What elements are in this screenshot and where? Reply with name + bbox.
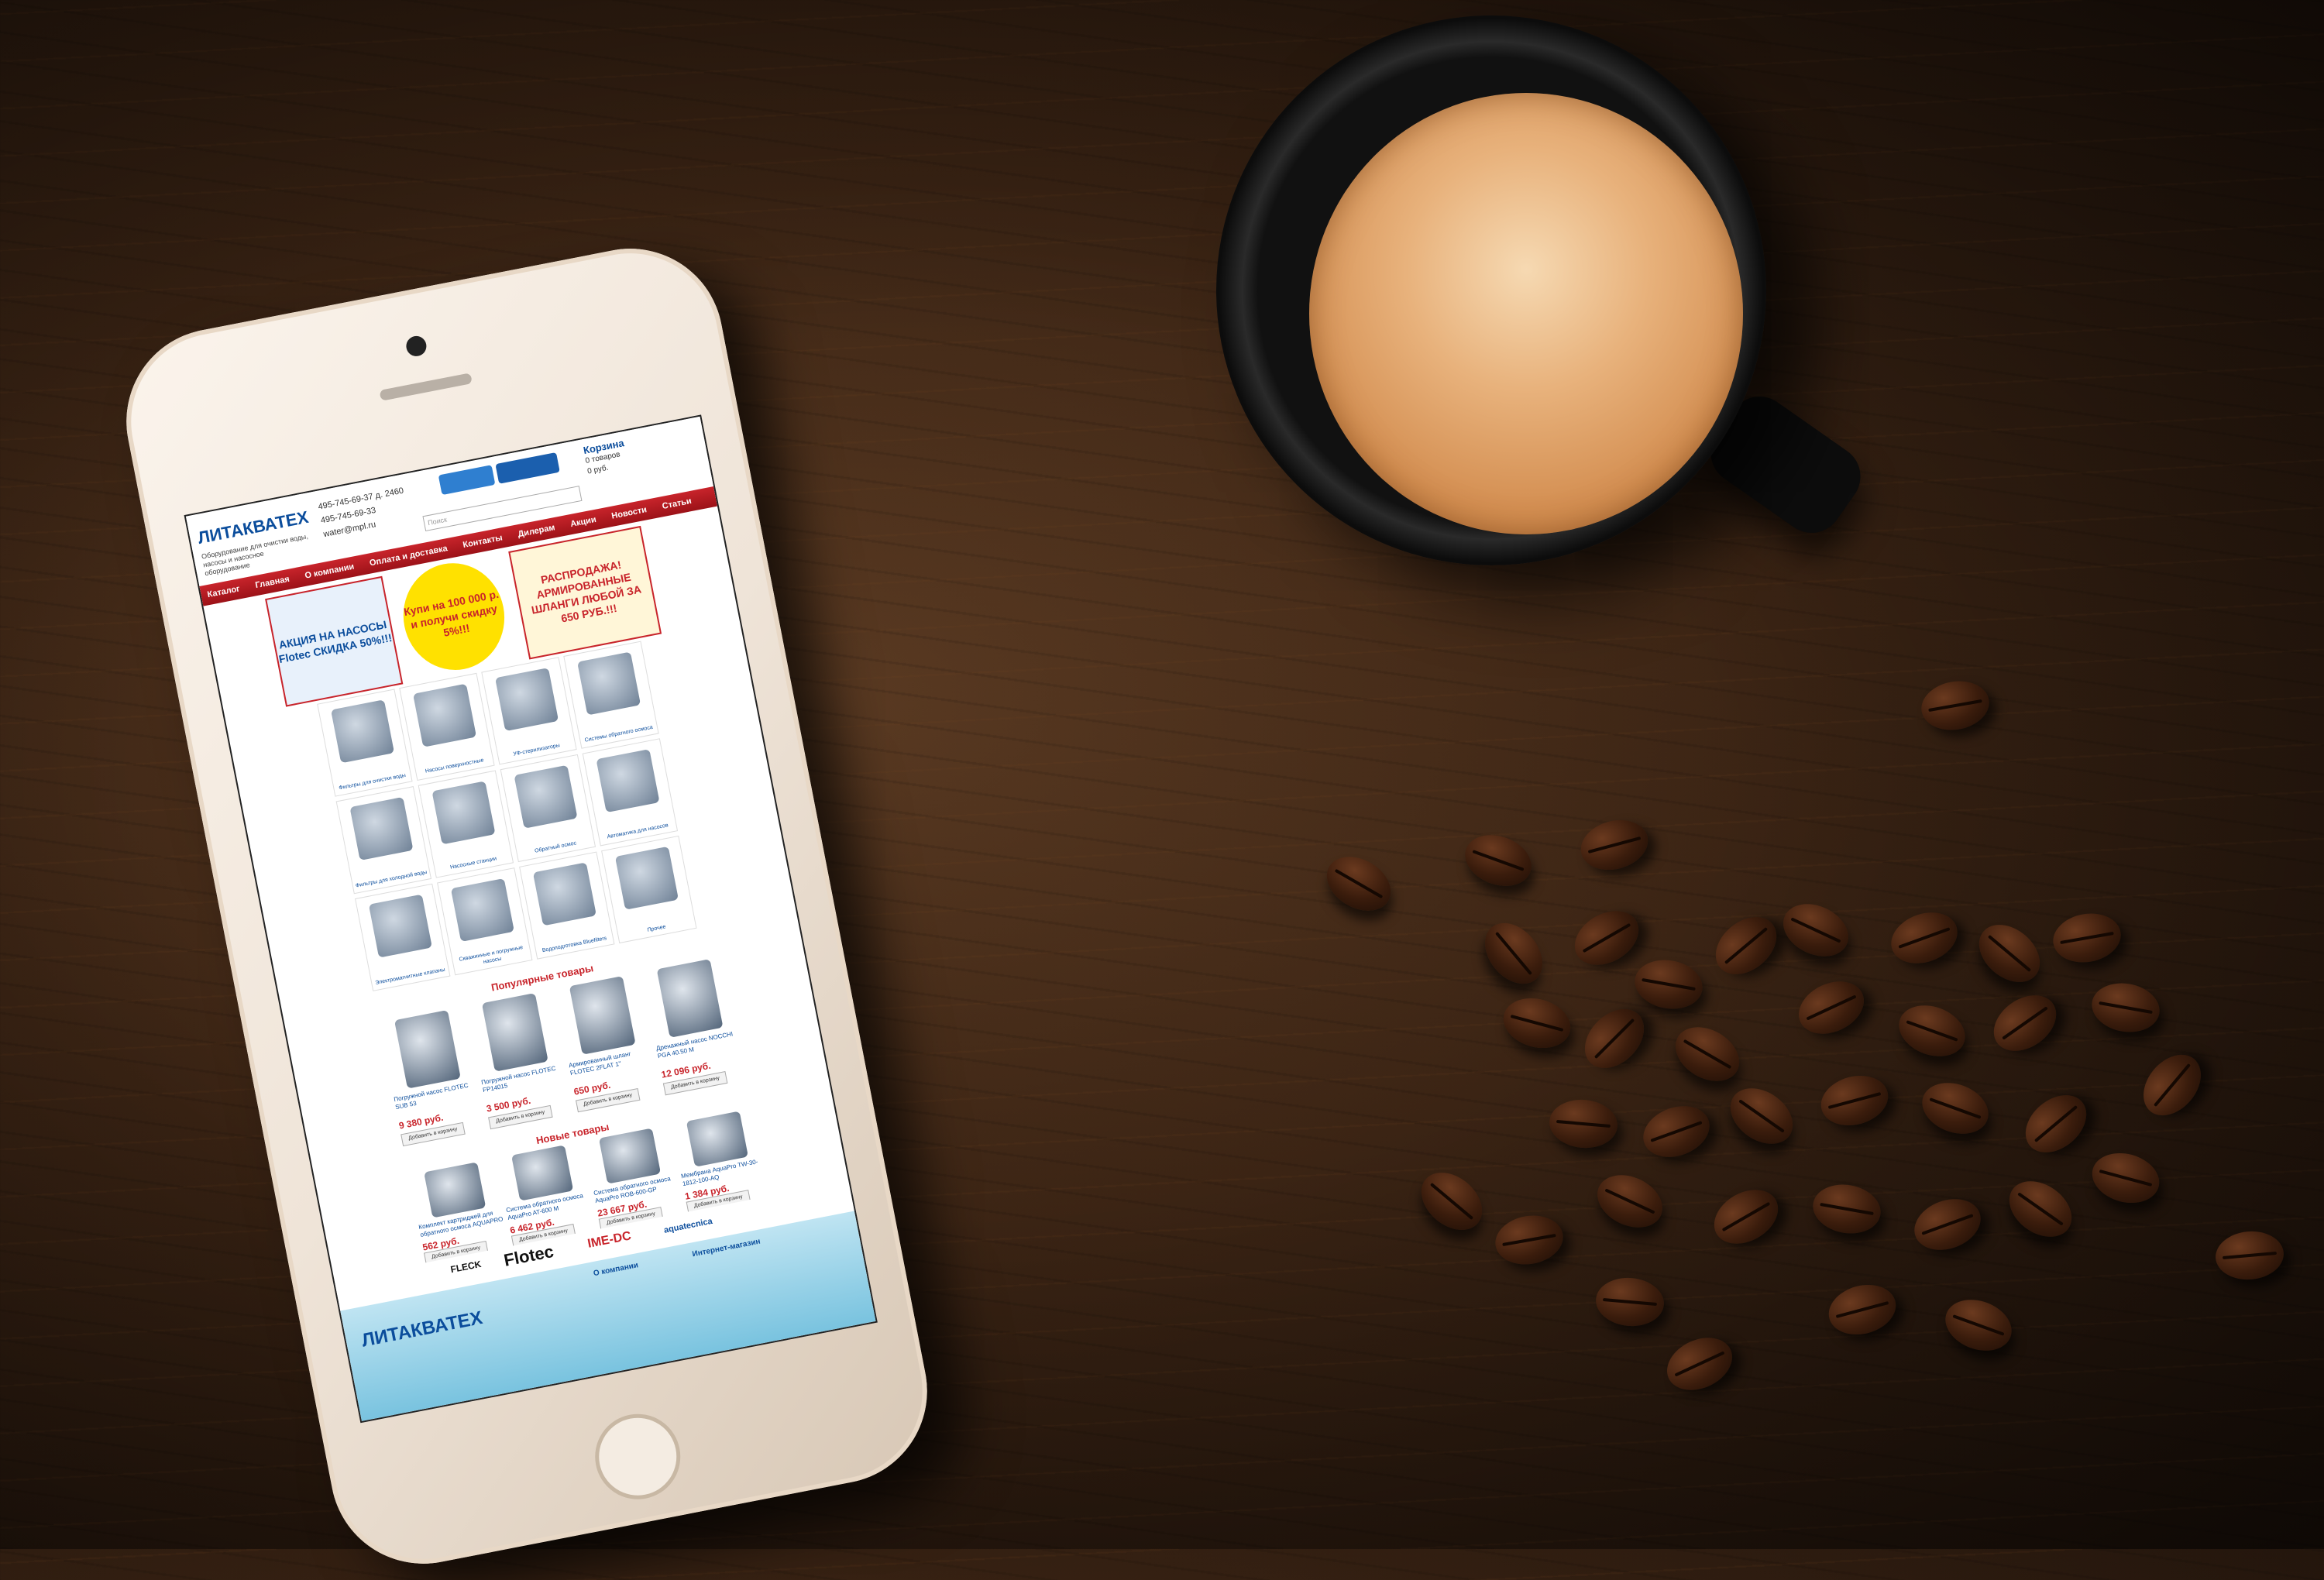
promo-banner-hoses[interactable]: РАСПРОДАЖА! АРМИРОВАННЫЕ ШЛАНГИ ЛЮБОЙ ЗА… xyxy=(508,525,662,660)
category-card[interactable]: Насосы поверхностные xyxy=(399,672,495,781)
brand-logo-flotec[interactable]: Flotec xyxy=(502,1242,555,1271)
promo-banner-discount[interactable]: Купи на 100 000 р. и получи скидку 5%!!! xyxy=(394,554,514,679)
category-image xyxy=(532,862,596,926)
category-image xyxy=(495,668,559,732)
promo-banner-pumps[interactable]: АКЦИЯ НА НАСОСЫ Flotec СКИДКА 50%!!! xyxy=(265,575,404,707)
category-card[interactable]: Автоматика для насосов xyxy=(582,738,679,847)
category-card[interactable]: Водоподготовка Bluefilters xyxy=(519,851,615,960)
callback-button[interactable] xyxy=(438,465,496,496)
category-card[interactable]: Фильтры для холодной воды xyxy=(335,786,432,895)
category-card[interactable]: Насосные станции xyxy=(418,770,514,878)
category-card[interactable]: Обратный осмос xyxy=(500,754,596,863)
product-image[interactable] xyxy=(656,959,724,1038)
category-image xyxy=(413,683,477,747)
product-image[interactable] xyxy=(569,976,636,1055)
footer-logo[interactable]: ЛИТАКВАТЕХ xyxy=(360,1307,485,1352)
consultation-button[interactable] xyxy=(495,452,560,484)
product-image[interactable] xyxy=(394,1009,461,1089)
footer-about-link[interactable]: О компании xyxy=(593,1261,639,1278)
brand-logo-fleck[interactable]: FLECK xyxy=(449,1259,482,1275)
category-card[interactable]: Фильтры для очистки воды xyxy=(317,689,413,797)
category-card[interactable]: Прочее xyxy=(601,835,697,944)
category-label[interactable]: Скважинные и погружные насосы xyxy=(454,943,530,971)
product-image[interactable] xyxy=(481,993,548,1072)
category-card[interactable]: УФ-стерилизаторы xyxy=(481,657,577,765)
category-image xyxy=(614,846,679,910)
product-image[interactable] xyxy=(686,1111,748,1167)
category-image xyxy=(450,878,514,943)
product-card[interactable]: Мембрана AquaPro TW-30-1812-100-AQ 1 384 … xyxy=(671,1108,772,1214)
category-card[interactable]: Скважинные и погружные насосы xyxy=(437,867,533,976)
product-card[interactable]: Система обратного осмоса AquaPro AT-600 … xyxy=(496,1142,596,1249)
brand-logo-ime-dc[interactable]: IME-DC xyxy=(586,1229,632,1252)
brand-logo-aquatecnica[interactable]: aquatecnica xyxy=(663,1217,713,1235)
product-card[interactable]: Комплект картриджей для обратного осмоса… xyxy=(409,1159,510,1266)
category-image xyxy=(596,749,660,813)
category-label[interactable]: Электромагнитные клапаны xyxy=(373,966,448,987)
category-card[interactable]: Электромагнитные клапаны xyxy=(355,883,451,991)
product-image[interactable] xyxy=(511,1145,574,1201)
category-image xyxy=(577,651,641,716)
category-image xyxy=(331,699,395,764)
category-label[interactable]: Прочее xyxy=(620,918,694,939)
category-image xyxy=(349,796,414,860)
product-image[interactable] xyxy=(598,1128,662,1184)
category-card[interactable]: Системы обратного осмоса xyxy=(563,641,659,749)
category-image xyxy=(431,781,496,845)
contacts-block: 495-745-69-37 д. 2460 495-745-69-33 wate… xyxy=(317,478,439,541)
product-image[interactable] xyxy=(424,1162,486,1218)
category-label[interactable]: Водоподготовка Bluefilters xyxy=(538,934,612,955)
category-image xyxy=(514,764,578,829)
coffee-crema xyxy=(1309,93,1743,534)
footer-shop-link[interactable]: Интернет-магазин xyxy=(692,1238,761,1259)
product-card[interactable]: Система обратного осмоса AquaPro ROB-600… xyxy=(583,1125,684,1231)
category-image xyxy=(368,894,432,958)
